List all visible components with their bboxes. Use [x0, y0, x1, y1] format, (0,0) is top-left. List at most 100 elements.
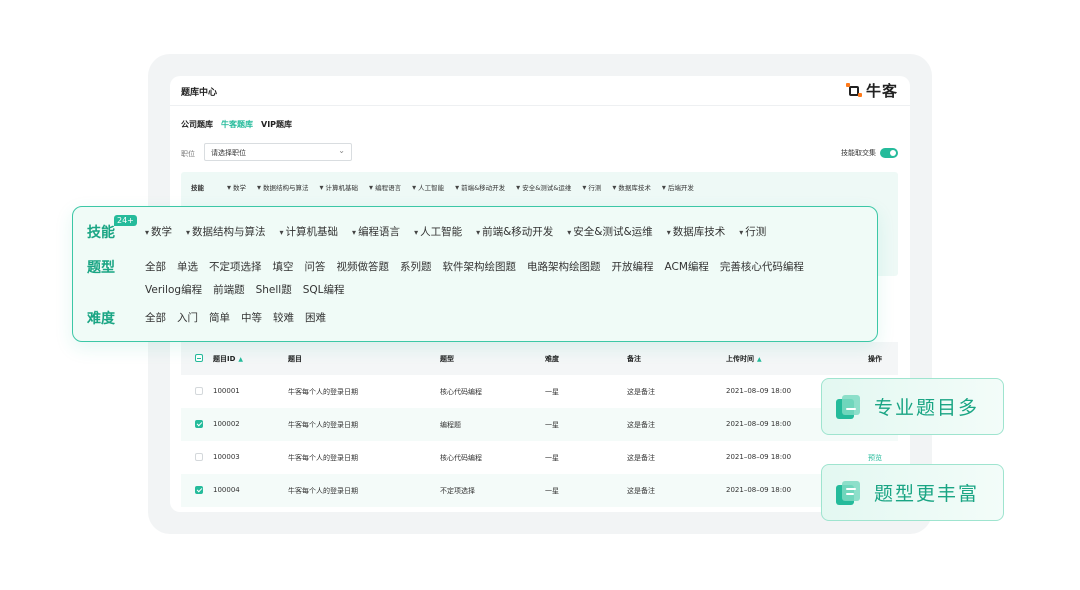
type-filter-item[interactable]: SQL编程	[303, 282, 345, 297]
cell-time: 2021–08–09 18:00	[726, 486, 792, 494]
difficulty-filter-item[interactable]: 简单	[209, 310, 230, 325]
tab-company-bank[interactable]: 公司题库	[181, 119, 213, 130]
difficulty-filter-item[interactable]: 困难	[305, 310, 326, 325]
skill-filter-item[interactable]: ▾ 数学	[145, 224, 172, 239]
filter-overlay-card: 技能 24+ ▾ 数学 ▾ 数据结构与算法 ▾ 计算机基础 ▾ 编程语言 ▾ 人工智能 ▾ 前端&移动…	[72, 206, 878, 342]
skill-filter-item[interactable]: ▾ 安全&测试&运维	[567, 224, 652, 239]
type-filter-item[interactable]: 视频做答题	[337, 259, 390, 274]
background-skill-item[interactable]: ▾ 前端&移动开发	[455, 182, 505, 192]
type-filter-item[interactable]: ACM编程	[665, 259, 709, 274]
cell-note: 这是备注	[627, 388, 655, 396]
difficulty-filter-item[interactable]: 较难	[273, 310, 294, 325]
skill-filter-item[interactable]: ▾ 计算机基础	[280, 224, 339, 239]
skill-filter-item[interactable]: ▾ 行测	[739, 224, 766, 239]
skill-filter-label: 技能 24+	[87, 215, 145, 242]
difficulty-filter-item[interactable]: 全部	[145, 310, 166, 325]
page-title: 题库中心	[181, 88, 218, 98]
skill-filter-text: 编程语言	[358, 226, 401, 238]
skill-filter-item[interactable]: ▾ 人工智能	[414, 224, 462, 239]
cell-note: 这是备注	[627, 421, 655, 429]
cell-id: 100001	[213, 387, 240, 395]
row-checkbox[interactable]	[195, 420, 203, 428]
background-skill-item[interactable]: ▾ 数据结构与算法	[257, 182, 309, 192]
background-skill-text: 行测	[588, 184, 602, 192]
difficulty-filter-item[interactable]: 中等	[241, 310, 262, 325]
skill-filter-items: ▾ 数学 ▾ 数据结构与算法 ▾ 计算机基础 ▾ 编程语言 ▾ 人工智能 ▾ 前端&移动开发 ▾ 安全&测…	[145, 222, 766, 239]
difficulty-filter-row: 难度 全部 入门 简单 中等 较难 困难	[87, 308, 326, 328]
skill-filter-item[interactable]: ▾ 数据库技术	[667, 224, 726, 239]
cell-type: 编程题	[440, 421, 461, 429]
skill-intersection-toggle[interactable]	[880, 148, 898, 158]
type-filter-item[interactable]: 完善核心代码编程	[720, 259, 804, 274]
position-select[interactable]: 请选择职位 ⌄	[204, 143, 352, 161]
edit-doc-icon	[836, 394, 860, 419]
type-filter-item[interactable]: 系列题	[400, 259, 432, 274]
type-filter-item[interactable]: 开放编程	[612, 259, 654, 274]
column-header-note: 备注	[627, 355, 641, 363]
skill-filter-text: 数据结构与算法	[192, 226, 266, 238]
column-header-id[interactable]: 题目ID ▲	[213, 354, 243, 364]
cell-id: 100003	[213, 453, 240, 461]
type-filter-item[interactable]: Shell题	[256, 282, 292, 297]
background-skill-item[interactable]: ▾ 数据库技术	[612, 182, 651, 192]
tab-nowcoder-bank[interactable]: 牛客题库	[221, 119, 253, 130]
table-row[interactable]: 100001 牛客每个人的登录日期 核心代码编程 一星 这是备注 2021–08–09 1…	[181, 375, 898, 408]
cell-action[interactable]: 预览	[868, 453, 882, 463]
table-row[interactable]: 100004 牛客每个人的登录日期 不定项选择 一星 这是备注 2021–08–09 18…	[181, 474, 898, 507]
nowcoder-logo-icon	[845, 82, 862, 99]
type-filter-item[interactable]: 软件架构绘图题	[443, 259, 517, 274]
select-all-checkbox[interactable]	[195, 354, 203, 362]
background-skill-text: 计算机基础	[325, 184, 359, 192]
skill-filter-text: 人工智能	[420, 226, 463, 238]
table-row[interactable]: 100003 牛客每个人的登录日期 核心代码编程 一星 这是备注 2021–08–09 1…	[181, 441, 898, 474]
background-skill-item[interactable]: ▾ 人工智能	[412, 182, 444, 192]
background-skill-text: 后端开发	[667, 184, 694, 192]
background-skill-item[interactable]: ▾ 数学	[227, 182, 246, 192]
row-checkbox[interactable]	[195, 486, 203, 494]
type-filter-item[interactable]: 问答	[305, 259, 326, 274]
sort-icon: ▲	[238, 356, 244, 363]
cell-note: 这是备注	[627, 487, 655, 495]
background-skill-item[interactable]: ▾ 后端开发	[662, 182, 694, 192]
cell-title: 牛客每个人的登录日期	[288, 487, 358, 495]
caret-down-icon: ▾	[145, 228, 150, 237]
type-filter-item[interactable]: 前端题	[213, 282, 245, 297]
type-filter-item[interactable]: Verilog编程	[145, 282, 202, 297]
cell-id: 100002	[213, 420, 240, 428]
chevron-down-icon: ⌄	[338, 146, 345, 155]
background-skill-item[interactable]: ▾ 编程语言	[369, 182, 401, 192]
type-filter-item[interactable]: 单选	[177, 259, 198, 274]
caret-down-icon: ▾	[412, 183, 417, 192]
skill-intersection-toggle-group: 技能取交集	[841, 148, 898, 158]
type-filter-item[interactable]: 不定项选择	[209, 259, 262, 274]
difficulty-filter-item[interactable]: 入门	[177, 310, 198, 325]
caret-down-icon: ▾	[476, 228, 481, 237]
tab-vip-bank[interactable]: VIP题库	[261, 119, 292, 130]
type-filter-item[interactable]: 填空	[273, 259, 294, 274]
difficulty-filter-label: 难度	[87, 311, 115, 327]
skill-filter-item[interactable]: ▾ 前端&移动开发	[476, 224, 553, 239]
sort-icon: ▲	[757, 356, 762, 363]
skill-count-badge: 24+	[114, 215, 137, 226]
background-skill-item[interactable]: ▾ 计算机基础	[320, 182, 359, 192]
row-checkbox[interactable]	[195, 387, 203, 395]
column-header-upload-time[interactable]: 上传时间 ▲	[726, 354, 762, 364]
doc-stack-icon	[836, 480, 860, 505]
brand-name: 牛客	[865, 82, 898, 100]
column-header-action: 操作	[868, 355, 882, 363]
table-row[interactable]: 100002 牛客每个人的登录日期 编程题 一星 这是备注 2021–08–09 18:0…	[181, 408, 898, 441]
feature-card-professional: 专业题目多	[821, 378, 1004, 435]
row-checkbox[interactable]	[195, 453, 203, 461]
skill-filter-item[interactable]: ▾ 数据结构与算法	[186, 224, 266, 239]
type-filter-item[interactable]: 电路架构绘图题	[527, 259, 601, 274]
skill-filter-item[interactable]: ▾ 编程语言	[352, 224, 400, 239]
question-table: 题目ID ▲ 题目 题型 难度 备注 上传时间 ▲ 操作 100001 牛客每个人的登…	[181, 342, 898, 507]
background-skill-text: 数据结构与算法	[263, 184, 309, 192]
type-filter-item[interactable]: 全部	[145, 259, 166, 274]
background-skill-item[interactable]: ▾ 安全&测试&运维	[516, 182, 571, 192]
caret-down-icon: ▾	[455, 183, 460, 192]
background-skill-text: 数据库技术	[618, 184, 651, 192]
skill-filter-text: 安全&测试&运维	[573, 226, 653, 238]
background-skill-item[interactable]: ▾ 行测	[582, 182, 601, 192]
background-skill-text: 安全&测试&运维	[522, 184, 572, 192]
